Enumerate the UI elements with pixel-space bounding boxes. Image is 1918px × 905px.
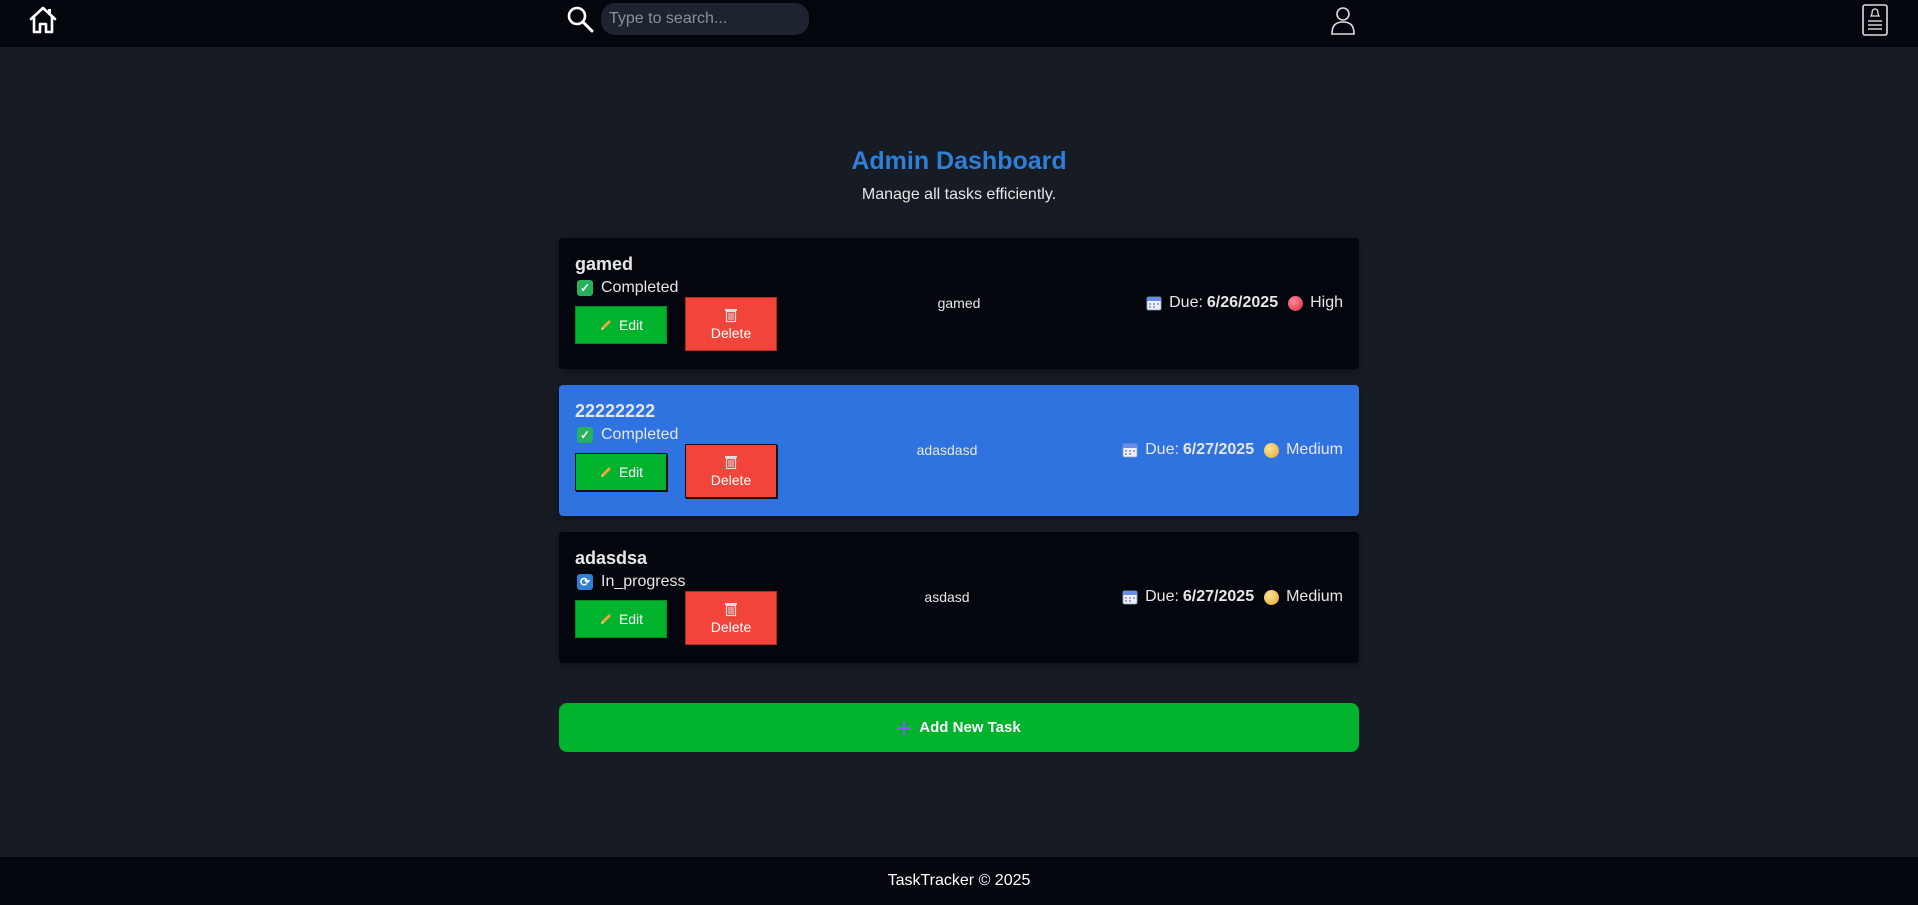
pencil-icon	[600, 320, 611, 330]
edit-button-label: Edit	[618, 317, 644, 333]
edit-button-label: Edit	[618, 611, 644, 627]
due-date: 6/27/2025	[1182, 588, 1255, 605]
due-date: 6/26/2025	[1206, 294, 1279, 311]
task-title: gamed	[575, 254, 634, 274]
task-status-label: Completed	[601, 426, 679, 443]
add-new-task-label: Add New Task	[919, 719, 1021, 736]
pencil-icon	[600, 467, 611, 477]
search-icon[interactable]	[566, 5, 594, 33]
task-description: gamed	[937, 295, 981, 311]
due-label: Due:	[1145, 441, 1179, 458]
footer: TaskTracker © 2025	[0, 857, 1918, 905]
task-status-label: In_progress	[601, 573, 686, 590]
trash-icon	[725, 456, 737, 470]
edit-button[interactable]: Edit	[575, 453, 667, 491]
task-due: Due: 6/27/2025 Medium	[1122, 440, 1343, 460]
check-icon: ✓	[577, 427, 593, 443]
user-icon[interactable]	[1330, 5, 1356, 35]
task-title: 22222222	[575, 401, 656, 421]
priority-label: Medium	[1286, 441, 1343, 458]
delete-button-label: Delete	[710, 472, 752, 488]
task-description: asdasd	[924, 589, 970, 605]
search-input[interactable]	[601, 3, 809, 35]
task-status: ✓ Completed	[577, 278, 678, 298]
calendar-icon	[1122, 443, 1138, 458]
task-status-label: Completed	[601, 279, 679, 296]
task-status: ✓ Completed	[577, 425, 678, 445]
calendar-icon	[1146, 296, 1162, 311]
priority-medium-icon	[1264, 589, 1280, 605]
task-due: Due: 6/27/2025 Medium	[1122, 587, 1343, 607]
edit-button-label: Edit	[618, 464, 644, 480]
task-title: adasdsa	[575, 548, 648, 568]
task-description: adasdasd	[916, 442, 978, 458]
edit-button[interactable]: Edit	[575, 600, 667, 638]
footer-text: TaskTracker © 2025	[887, 872, 1031, 889]
calendar-icon	[1122, 590, 1138, 605]
pencil-icon	[600, 614, 611, 624]
check-icon: ✓	[577, 280, 593, 296]
home-icon[interactable]	[28, 5, 58, 35]
task-card: gamed ✓ Completed Edit Delete gamed Due:…	[559, 238, 1359, 369]
due-date: 6/27/2025	[1182, 441, 1255, 458]
task-card: 22222222 ✓ Completed Edit Delete adasdas…	[559, 385, 1359, 516]
add-new-task-button[interactable]: Add New Task	[559, 703, 1359, 752]
due-label: Due:	[1169, 294, 1203, 311]
delete-button[interactable]: Delete	[685, 444, 777, 498]
trash-icon	[725, 603, 737, 617]
trash-icon	[725, 309, 737, 323]
edit-button[interactable]: Edit	[575, 306, 667, 344]
priority-label: Medium	[1286, 588, 1343, 605]
priority-high-icon	[1288, 295, 1304, 311]
plus-icon	[897, 720, 912, 735]
delete-button[interactable]: Delete	[685, 297, 777, 351]
top-nav-bar	[0, 0, 1918, 47]
task-status: ⟳ In_progress	[577, 572, 686, 592]
task-card: adasdsa ⟳ In_progress Edit Delete asdasd…	[559, 532, 1359, 663]
refresh-icon: ⟳	[577, 574, 593, 590]
priority-label: High	[1310, 294, 1343, 311]
page-title: Admin Dashboard	[851, 147, 1067, 175]
delete-button[interactable]: Delete	[685, 591, 777, 645]
page-subtitle: Manage all tasks efficiently.	[861, 186, 1057, 203]
delete-button-label: Delete	[710, 619, 752, 635]
notes-icon[interactable]	[1860, 3, 1890, 37]
due-label: Due:	[1145, 588, 1179, 605]
delete-button-label: Delete	[710, 325, 752, 341]
priority-medium-icon	[1264, 442, 1280, 458]
task-due: Due: 6/26/2025 High	[1146, 293, 1343, 313]
